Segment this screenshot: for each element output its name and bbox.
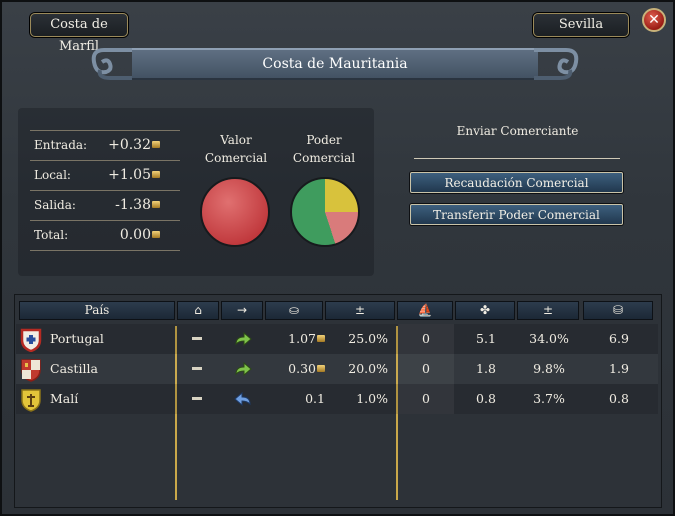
page-title: Costa de Mauritania <box>132 48 538 80</box>
country-name: Castilla <box>50 361 98 376</box>
power-value: 5.1 <box>476 331 496 346</box>
header-handshake-icon[interactable]: ✤ <box>455 301 515 320</box>
poder-comercial-pie <box>290 177 360 247</box>
header-arrow-icon[interactable]: → <box>221 301 263 320</box>
stat-label-entrada: Entrada: <box>34 138 88 152</box>
stat-value-salida: -1.38 <box>96 197 160 213</box>
trade-share: 20.0% <box>348 361 388 376</box>
ducats-icon <box>317 365 325 372</box>
close-button[interactable]: ✕ <box>642 8 666 32</box>
transferir-poder-button[interactable]: Transferir Poder Comercial <box>410 204 623 225</box>
last-value: 6.9 <box>609 331 629 346</box>
last-value: 0.8 <box>609 391 629 406</box>
last-value: 1.9 <box>609 361 629 376</box>
stat-label-salida: Salida: <box>34 198 76 212</box>
divider <box>30 220 180 221</box>
ducats-icon <box>152 201 160 208</box>
header-merchant-icon[interactable]: ⛁ <box>583 301 653 320</box>
tab-sevilla[interactable]: Sevilla <box>533 13 629 37</box>
stat-value-entrada: +0.32 <box>96 137 160 153</box>
country-name: Malí <box>50 391 79 406</box>
stat-value-total: 0.00 <box>96 227 160 243</box>
divider <box>30 130 180 131</box>
home-indicator <box>192 384 202 414</box>
forward-arrow-icon <box>235 332 252 346</box>
home-indicator <box>192 324 202 354</box>
power-share: 34.0% <box>529 331 569 346</box>
header-coins-icon[interactable]: ⛀ <box>265 301 323 320</box>
ducats-icon <box>152 231 160 238</box>
stat-label-local: Local: <box>34 168 71 182</box>
country-name: Portugal <box>50 331 104 346</box>
trade-value: 1.07 <box>265 324 325 354</box>
trade-value: 0.30 <box>265 354 325 384</box>
header-change-1[interactable]: ± <box>325 301 395 320</box>
trade-share: 1.0% <box>356 391 388 406</box>
ducats-icon <box>317 335 325 342</box>
table-row[interactable]: Castilla 0.30 20.0% 0 1.8 9.8% 1.9 <box>16 354 658 384</box>
header-change-2[interactable]: ± <box>517 301 579 320</box>
ships-count: 0 <box>398 384 454 414</box>
valor-comercial-circle <box>200 177 270 247</box>
forward-arrow-icon <box>235 362 252 376</box>
enviar-comerciante-heading: Enviar Comerciante <box>456 124 579 138</box>
table-row[interactable]: Portugal 1.07 25.0% 0 5.1 34.0% 6.9 <box>16 324 658 354</box>
power-value: 0.8 <box>476 391 496 406</box>
ducats-icon <box>152 141 160 148</box>
poder-comercial-heading: Poder Comercial <box>292 133 356 165</box>
tab-costa-de-marfil[interactable]: Costa de Marfil <box>30 13 128 54</box>
header-ship-icon[interactable]: ⛵ <box>397 301 453 320</box>
power-value: 1.8 <box>476 361 496 376</box>
divider <box>30 250 180 251</box>
back-arrow-icon <box>234 392 251 406</box>
divider <box>30 190 180 191</box>
valor-comercial-heading: Valor Comercial <box>204 133 268 165</box>
castilla-shield-icon <box>21 359 41 382</box>
ships-count: 0 <box>398 354 454 384</box>
portugal-shield-icon <box>20 328 42 352</box>
trade-share: 25.0% <box>348 331 388 346</box>
scroll-left-ornament <box>91 48 136 80</box>
power-share: 3.7% <box>533 391 565 406</box>
header-home-icon[interactable]: ⌂ <box>177 301 219 320</box>
divider <box>414 158 620 159</box>
scroll-right-ornament <box>534 48 579 80</box>
recaudacion-comercial-button[interactable]: Recaudación Comercial <box>410 172 623 193</box>
divider <box>30 160 180 161</box>
stat-value-local: +1.05 <box>96 167 160 183</box>
mali-shield-icon <box>21 389 41 412</box>
power-share: 9.8% <box>533 361 565 376</box>
stat-label-total: Total: <box>34 228 69 242</box>
home-indicator <box>192 354 202 384</box>
table-row[interactable]: Malí 0.1 1.0% 0 0.8 3.7% 0.8 <box>16 384 658 414</box>
title-banner: Costa de Mauritania <box>90 44 580 86</box>
ships-count: 0 <box>398 324 454 354</box>
trade-value: 0.1 <box>305 391 325 406</box>
ducats-icon <box>152 171 160 178</box>
header-pais[interactable]: País <box>19 301 175 320</box>
